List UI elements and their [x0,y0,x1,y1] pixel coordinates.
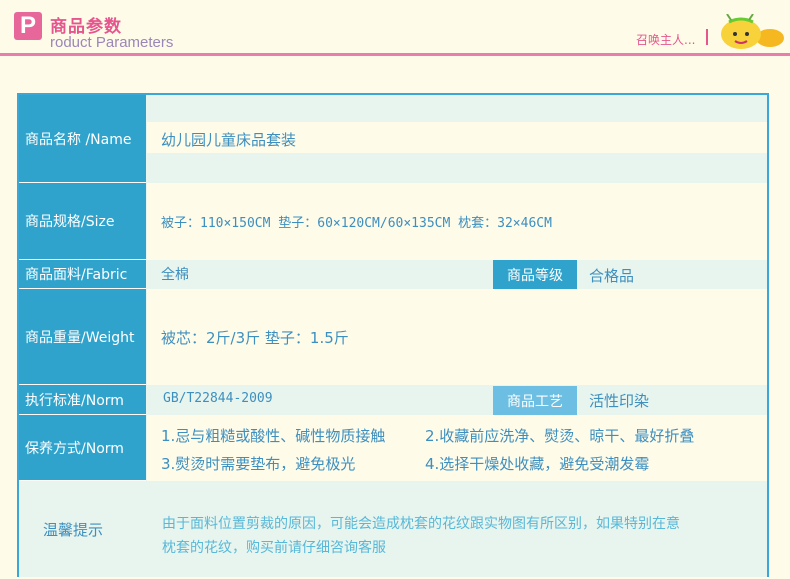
label-care: 保养方式/Norm [19,415,146,481]
value-area-norm: GB/T22844-2009 商品工艺 活性印染 [147,385,767,415]
care-item: 1.忌与粗糙或酸性、碱性物质接触 [161,427,386,445]
section-header: P 商品参数 roduct Parameters 召唤主人... [0,0,790,56]
label-craft: 商品工艺 [493,386,577,415]
row-norm: 执行标准/Norm GB/T22844-2009 商品工艺 活性印染 [19,385,767,415]
label-grade: 商品等级 [493,260,577,289]
summon-link[interactable]: 召唤主人... [636,31,695,48]
label-norm: 执行标准/Norm [19,385,146,415]
divider [706,29,708,45]
value-fabric: 全棉 [161,267,189,283]
value-area-size: 被子：110×150CM 垫子：60×120CM/60×135CM 枕套：32×… [147,183,767,260]
band [147,153,767,183]
band [147,95,767,122]
label-fabric: 商品面料/Fabric [19,260,146,289]
value-craft: 活性印染 [589,392,650,410]
label-weight: 商品重量/Weight [19,289,146,385]
value-norm: GB/T22844-2009 [163,391,273,406]
row-name: 商品名称 /Name 幼儿园儿童床品套装 [19,95,767,183]
label-name: 商品名称 /Name [19,95,146,183]
value-area-name: 幼儿园儿童床品套装 [147,95,767,183]
value-name: 幼儿园儿童床品套装 [161,131,297,149]
row-weight: 商品重量/Weight 被芯：2斤/3斤 垫子：1.5斤 [19,289,767,385]
logo-p-icon: P [14,12,42,40]
tip-line: 由于面料位置剪裁的原因，可能会造成枕套的花纹跟实物图有所区别，如果特别在意 [162,516,680,532]
label-tip: 温馨提示 [43,521,104,539]
tip-line: 枕套的花纹，购买前请仔细咨询客服 [162,540,386,556]
params-table: 商品名称 /Name 幼儿园儿童床品套装 商品规格/Size 被子：110×15… [17,93,769,577]
row-care: 保养方式/Norm 1.忌与粗糙或酸性、碱性物质接触 2.收藏前应洗净、熨烫、晾… [19,415,767,481]
row-tip: 温馨提示 由于面料位置剪裁的原因，可能会造成枕套的花纹跟实物图有所区别，如果特别… [19,481,767,577]
value-area-weight: 被芯：2斤/3斤 垫子：1.5斤 [147,289,767,385]
value-weight: 被芯：2斤/3斤 垫子：1.5斤 [161,329,349,347]
label-size: 商品规格/Size [19,183,146,260]
value-area-fabric: 全棉 商品等级 合格品 [147,260,767,289]
care-item: 2.收藏前应洗净、熨烫、晾干、最好折叠 [425,427,695,445]
value-grade: 合格品 [589,267,635,285]
value-area-care: 1.忌与粗糙或酸性、碱性物质接触 2.收藏前应洗净、熨烫、晾干、最好折叠 3.熨… [147,415,767,481]
care-item: 4.选择干燥处收藏，避免受潮发霉 [425,455,650,473]
header-rule [0,53,790,56]
section-title-en: roduct Parameters [50,34,174,51]
tip-text: 由于面料位置剪裁的原因，可能会造成枕套的花纹跟实物图有所区别，如果特别在意 枕套… [162,512,762,560]
row-size: 商品规格/Size 被子：110×150CM 垫子：60×120CM/60×13… [19,183,767,260]
value-size: 被子：110×150CM 垫子：60×120CM/60×135CM 枕套：32×… [161,216,552,231]
care-item: 3.熨烫时需要垫布，避免极光 [161,455,356,473]
row-fabric: 商品面料/Fabric 全棉 商品等级 合格品 [19,260,767,289]
bee-mascot-icon [721,14,784,49]
